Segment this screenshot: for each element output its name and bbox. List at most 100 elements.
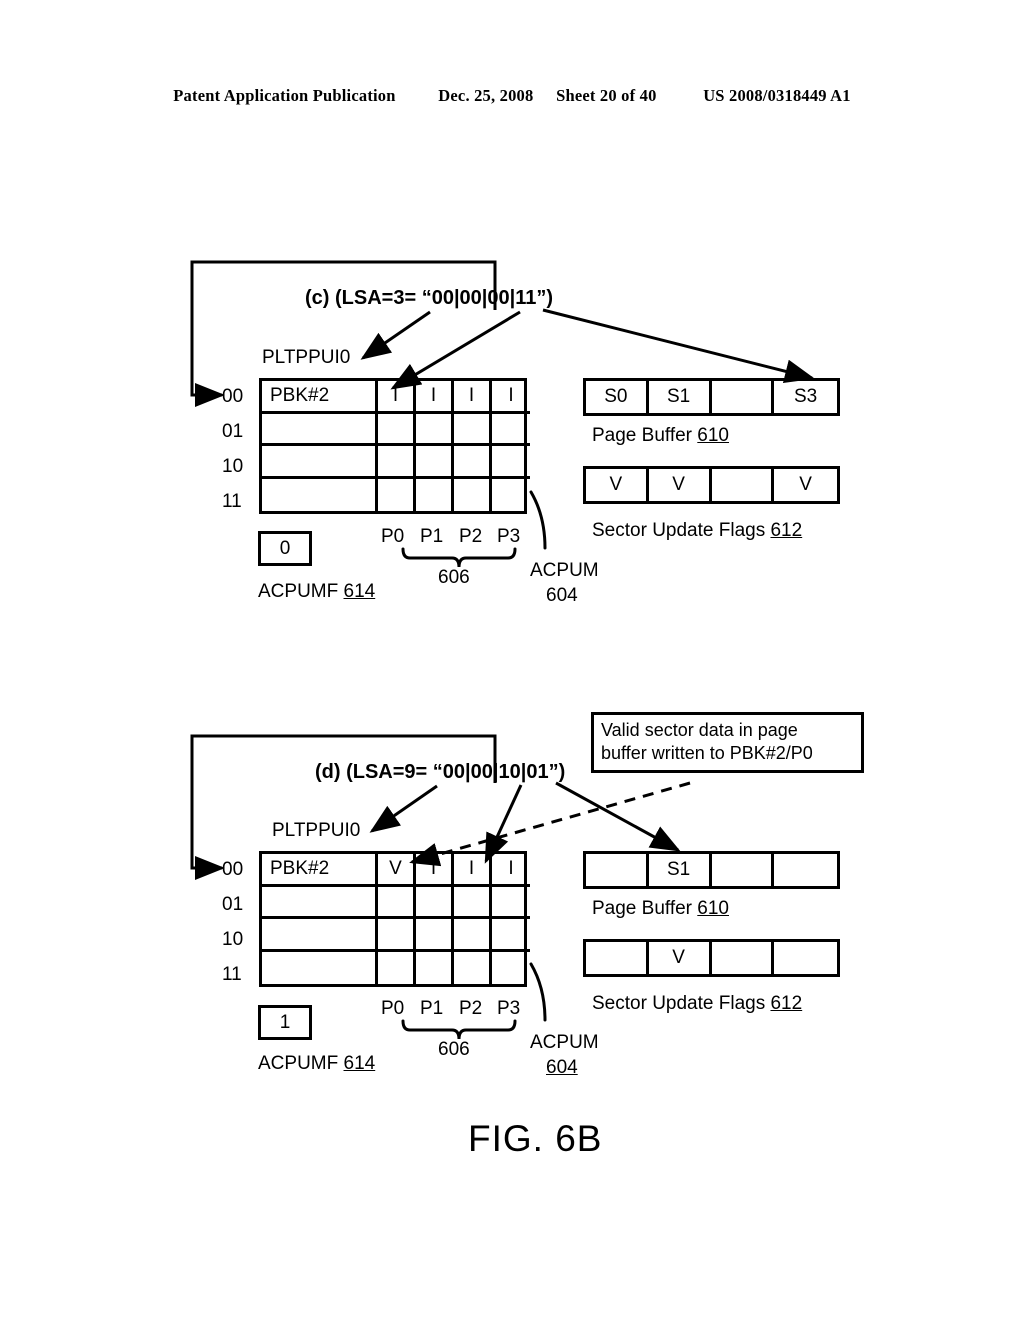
panel-c-sector-flags-label: Sector Update Flags 612 xyxy=(592,521,802,540)
panel-d-cell-r1c4 xyxy=(492,887,530,919)
panel-c-cell-r3c4 xyxy=(492,479,530,512)
panel-d-cell-r1c0 xyxy=(262,886,378,919)
panel-c-page-buffer: S0 S1 S3 xyxy=(583,378,840,416)
panel-d-title: (d) (LSA=9= “00|00|10|01”) xyxy=(315,761,566,783)
panel-d-acpumf-label: ACPUMF 614 xyxy=(258,1054,375,1073)
panel-d-cell-r0c3: I xyxy=(454,854,492,887)
panel-d-page-buffer-cell-1: S1 xyxy=(649,854,712,886)
panel-c-acpumf-label-text: ACPUMF xyxy=(258,581,339,602)
panel-d-page-buffer: S1 xyxy=(583,851,840,889)
panel-d-acpumf-label-text: ACPUMF xyxy=(258,1053,339,1074)
panel-d-cell-r3c0 xyxy=(262,951,378,984)
panel-d-cell-r1c3 xyxy=(454,886,492,919)
panel-c-acpum-leader xyxy=(529,490,547,550)
panel-c-page-buffer-cell-3: S3 xyxy=(794,386,818,407)
panel-c-cell-r3c2 xyxy=(416,478,454,511)
panel-d-page-buffer-cell-0 xyxy=(586,854,649,886)
panel-c-page-label-p2: P2 xyxy=(459,526,483,547)
panel-d-sector-flags-label: Sector Update Flags 612 xyxy=(592,994,802,1013)
panel-c-feedback-path xyxy=(190,260,497,407)
panel-c-sector-flag-cell-2 xyxy=(712,469,775,501)
panel-c-cell-r3c0 xyxy=(262,478,378,511)
panel-d-cell-r3c3 xyxy=(454,951,492,984)
panel-c-page-buffer-label: Page Buffer 610 xyxy=(592,426,729,445)
panel-d-page-label-p3: P3 xyxy=(497,998,521,1019)
panel-c-cell-r2c3 xyxy=(454,446,492,479)
panel-d-row-label-00: 00 xyxy=(222,859,244,880)
panel-d-cell-r0c1: V xyxy=(378,854,416,887)
panel-c-page-label-p3: P3 xyxy=(497,526,521,547)
panel-d-brace-ref: 606 xyxy=(438,1039,470,1060)
panel-d-row-label-11: 11 xyxy=(222,964,242,985)
panel-d-cell-r2c2 xyxy=(416,919,454,952)
panel-c-sector-flags-label-text: Sector Update Flags xyxy=(592,520,766,541)
panel-c-cell-r2c0 xyxy=(262,446,378,479)
panel-d-acpumf-ref: 614 xyxy=(343,1053,376,1074)
panel-d-row-label-01: 01 xyxy=(222,894,244,915)
panel-d-page-buffer-label: Page Buffer 610 xyxy=(592,899,729,918)
panel-d-sector-flag-cell-3 xyxy=(774,942,837,974)
panel-c-title: (c) (LSA=3= “00|00|00|11”) xyxy=(305,287,554,309)
panel-c-cell-r2c1 xyxy=(378,446,416,479)
panel-c-acpum-ref: 604 xyxy=(546,585,578,606)
panel-d-cell-r2c0 xyxy=(262,919,378,952)
panel-c-page-label-p0: P0 xyxy=(381,526,405,547)
panel-d-acpum-table: PBK#2 V I I I xyxy=(259,851,530,987)
panel-d-cell-r1c2 xyxy=(416,886,454,919)
panel-d-arrow-to-s1-cell xyxy=(555,781,681,852)
header-publication: Patent Application Publication xyxy=(173,86,396,105)
panel-d-row-label-10: 10 xyxy=(222,929,244,950)
panel-c-cell-r1c2 xyxy=(416,413,454,446)
panel-d-pltppui-label: PLTPPUI0 xyxy=(272,820,361,841)
panel-d-sector-flag-cell-2 xyxy=(712,942,775,974)
panel-c-cell-r1c0 xyxy=(262,413,378,446)
panel-d-feedback-path xyxy=(190,734,497,880)
panel-c-cell-r3c3 xyxy=(454,478,492,511)
panel-d-acpum-label: ACPUM xyxy=(530,1032,599,1053)
panel-d-cell-r2c3 xyxy=(454,919,492,952)
panel-c-acpum-label: ACPUM xyxy=(530,560,599,581)
panel-d-callout-line2: buffer written to PBK#2/P0 xyxy=(601,743,813,764)
panel-d-cell-r2c1 xyxy=(378,919,416,952)
panel-c-cell-r1c1 xyxy=(378,413,416,446)
panel-d-arrow-to-p1-cell xyxy=(484,784,523,864)
panel-d-cell-r3c4 xyxy=(492,952,530,985)
panel-c-arrow-to-s3-cell xyxy=(542,308,815,384)
panel-c-cell-r0c2: I xyxy=(416,381,454,414)
panel-d-sector-flag-cell-0 xyxy=(586,942,649,974)
panel-d-cell-r2c4 xyxy=(492,919,530,952)
panel-c-acpumf-ref: 614 xyxy=(343,581,376,602)
panel-c-cell-r3c1 xyxy=(378,478,416,511)
panel-d-page-label-p2: P2 xyxy=(459,998,483,1019)
panel-d-acpumf-box: 1 xyxy=(258,1005,312,1040)
panel-c-arrow-to-p0-cell xyxy=(390,310,521,390)
panel-d-callout-line1: Valid sector data in page xyxy=(601,720,798,740)
panel-c-page-buffer-ref: 610 xyxy=(697,425,729,446)
page-header: Patent Application Publication Dec. 25, … xyxy=(0,86,1024,106)
panel-c-page-label-p1: P1 xyxy=(420,526,444,547)
panel-c-cell-r1c4 xyxy=(492,414,530,446)
panel-c-acpum-table: PBK#2 I I I I xyxy=(259,378,530,514)
panel-c-cell-r0c0: PBK#2 xyxy=(262,381,378,414)
panel-c-cell-r0c1: I xyxy=(378,381,416,414)
panel-d-sector-flags-label-text: Sector Update Flags xyxy=(592,993,766,1014)
panel-c-row-label-10: 10 xyxy=(222,456,244,477)
panel-c-cell-r2c2 xyxy=(416,446,454,479)
panel-c-sector-update-flags: V V V xyxy=(583,466,840,504)
panel-d-callout-box: Valid sector data in page buffer written… xyxy=(591,712,864,774)
panel-c-acpumf-box: 0 xyxy=(258,531,312,566)
panel-d-sector-flag-cell-1: V xyxy=(649,942,712,974)
panel-d-cell-r1c1 xyxy=(378,886,416,919)
panel-d-acpum-leader xyxy=(529,962,547,1022)
panel-c-cell-r0c3: I xyxy=(454,381,492,414)
panel-c-sector-flag-cell-1: V xyxy=(649,469,712,501)
panel-c-page-buffer-cell-0: S0 xyxy=(586,381,649,413)
panel-d-page-label-p1: P1 xyxy=(420,998,444,1019)
panel-c-pltppui-label: PLTPPUI0 xyxy=(262,347,351,368)
panel-d-cell-r0c4: I xyxy=(492,854,530,887)
panel-c-page-buffer-cell-2 xyxy=(712,381,775,413)
panel-d-acpum-ref: 604 xyxy=(546,1057,578,1078)
panel-d-cell-r3c2 xyxy=(416,951,454,984)
panel-c-sector-flags-ref: 612 xyxy=(770,520,803,541)
panel-d-acpumf-value: 1 xyxy=(279,1011,291,1033)
